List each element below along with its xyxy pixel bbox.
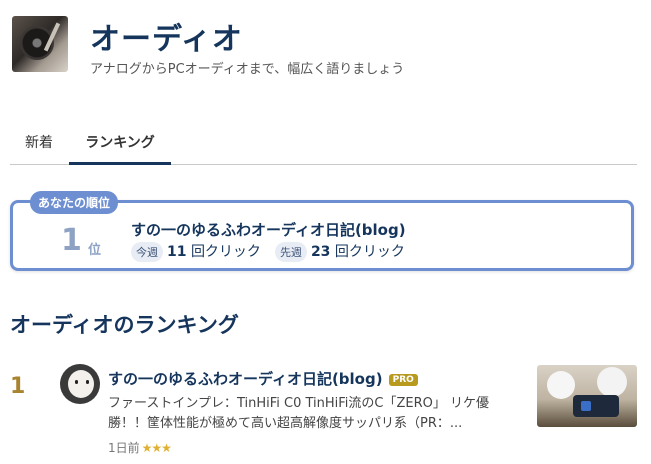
category-header: オーディオ アナログからPCオーディオまで、幅広く語りましょう	[12, 16, 632, 77]
ranking-section-title: オーディオのランキング	[10, 313, 239, 337]
star-rating-icon: ★★★	[141, 441, 172, 455]
tab-bar: 新着 ランキング	[10, 126, 637, 165]
category-title: オーディオ	[90, 22, 243, 57]
entry-rank-number: 1	[10, 374, 26, 399]
my-blog-name[interactable]: すの一のゆるふわオーディオ日記(blog)	[131, 219, 406, 240]
entry-thumbnail[interactable]	[537, 365, 637, 427]
entry-meta: 1日前 ★★★	[108, 439, 172, 456]
click-stats: 今週 11 回クリック 先週 23 回クリック	[131, 241, 405, 262]
my-rank-unit: 位	[88, 243, 102, 258]
entry-time-ago: 1日前	[108, 441, 140, 455]
category-description: アナログからPCオーディオまで、幅広く語りましょう	[90, 62, 405, 77]
this-week-pill: 今週	[131, 242, 163, 262]
ranking-entry[interactable]: 1 すの一のゆるふわオーディオ日記(blog) PRO ファーストインプレ：Tin…	[10, 360, 637, 460]
my-rank-badge: あなたの順位	[30, 191, 119, 214]
entry-blog-link[interactable]: すの一のゆるふわオーディオ日記(blog) PRO	[108, 368, 418, 389]
avatar[interactable]	[60, 364, 100, 404]
my-rank-number: 1	[61, 223, 82, 258]
this-week-unit: 回クリック	[190, 244, 261, 260]
pro-badge: PRO	[388, 374, 418, 386]
last-week-count: 23	[310, 244, 331, 260]
this-week-count: 11	[167, 244, 187, 260]
entry-description[interactable]: ファーストインプレ：TinHiFi C0 TinHiFi流のC「ZERO」 リケ…	[108, 394, 518, 434]
my-rank-card[interactable]: あなたの順位 1 位 すの一のゆるふわオーディオ日記(blog) 今週 11 回ク…	[10, 191, 634, 271]
category-thumbnail	[12, 16, 68, 72]
last-week-unit: 回クリック	[334, 244, 405, 260]
entry-blog-name[interactable]: すの一のゆるふわオーディオ日記(blog)	[108, 370, 383, 388]
tab-new[interactable]: 新着	[22, 126, 56, 164]
last-week-pill: 先週	[274, 242, 307, 262]
tab-ranking[interactable]: ランキング	[69, 126, 171, 165]
